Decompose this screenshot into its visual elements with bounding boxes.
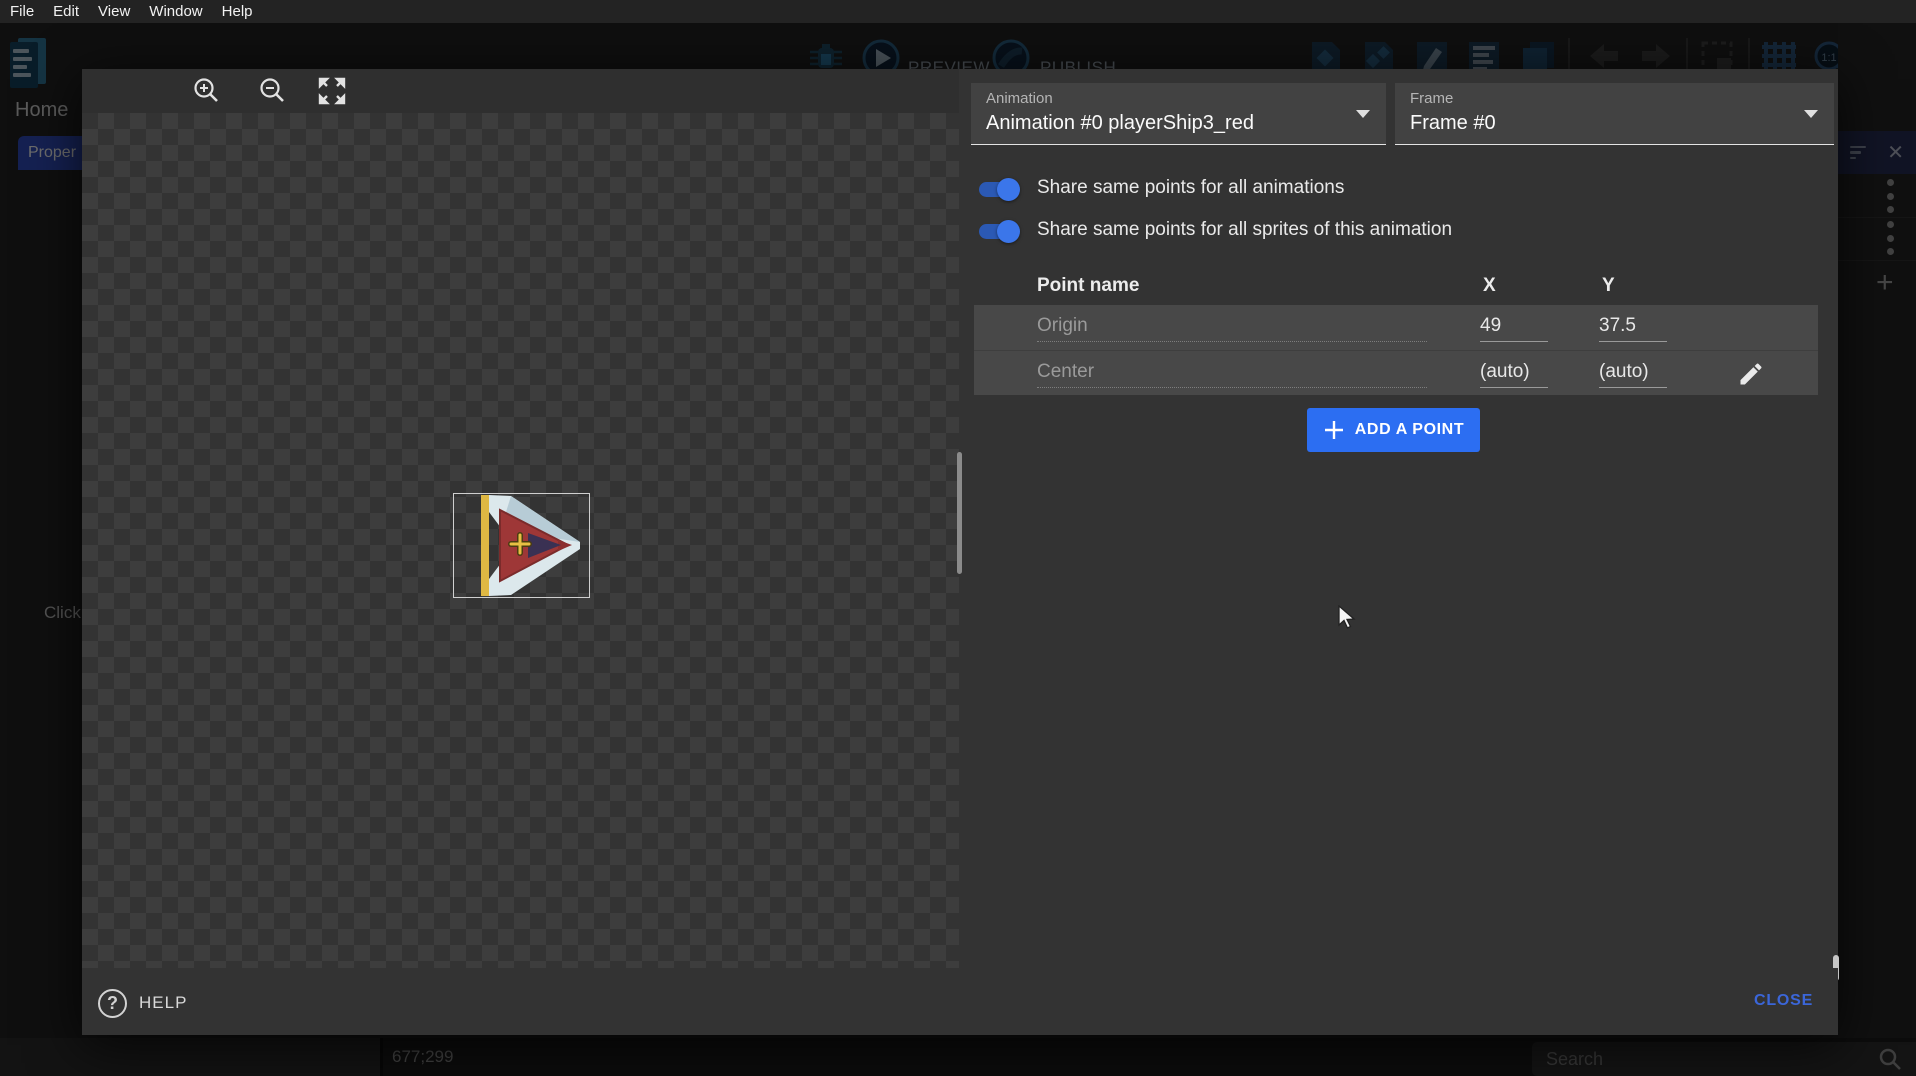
chevron-down-icon [1804, 110, 1818, 118]
menu-help[interactable]: Help [222, 0, 253, 23]
animation-select[interactable]: Animation Animation #0 playerShip3_red [971, 83, 1386, 145]
animation-select-label: Animation [986, 90, 1053, 107]
point-x-field[interactable]: (auto) [1480, 361, 1548, 388]
points-canvas[interactable] [82, 113, 959, 968]
mouse-cursor [1337, 605, 1359, 631]
add-a-point-label: ADD A POINT [1355, 421, 1464, 439]
chevron-down-icon [1356, 110, 1370, 118]
menu-bar: File Edit View Window Help [0, 0, 1916, 23]
canvas-scrollbar-thumb[interactable] [957, 452, 962, 574]
zoom-in-icon[interactable] [191, 76, 221, 106]
help-button[interactable]: ? HELP [98, 986, 187, 1020]
column-header-y: Y [1602, 275, 1615, 297]
column-header-point-name: Point name [1037, 275, 1139, 297]
zoom-out-icon[interactable] [257, 76, 287, 106]
app-window: File Edit View Window Help PREVIEW PUBLI… [0, 0, 1916, 1076]
fit-view-icon[interactable] [317, 76, 347, 106]
share-points-all-animations-toggle[interactable] [978, 176, 1020, 202]
table-row-origin: Origin 49 37.5 [974, 305, 1818, 350]
canvas-toolbar [82, 69, 959, 113]
share-points-all-sprites-label: Share same points for all sprites of thi… [1037, 219, 1452, 241]
point-name-field[interactable]: Origin [1037, 315, 1427, 342]
sprite-frame[interactable] [453, 493, 590, 598]
help-icon: ? [98, 989, 127, 1018]
edit-pencil-icon[interactable] [1737, 360, 1765, 388]
close-button[interactable]: CLOSE [1754, 992, 1813, 1010]
share-points-all-animations-label: Share same points for all animations [1037, 177, 1344, 199]
frame-select-label: Frame [1410, 90, 1453, 107]
point-y-field[interactable]: 37.5 [1599, 315, 1667, 342]
frame-select-value: Frame #0 [1410, 112, 1496, 135]
table-row-center: Center (auto) (auto) [974, 350, 1818, 395]
dialog-footer: ? HELP CLOSE [82, 968, 1838, 1035]
menu-edit[interactable]: Edit [53, 0, 79, 23]
column-header-x: X [1483, 275, 1496, 297]
frame-select[interactable]: Frame Frame #0 [1395, 83, 1834, 145]
origin-point-crosshair[interactable] [508, 532, 532, 556]
help-label: HELP [139, 993, 187, 1013]
add-a-point-button[interactable]: ADD A POINT [1307, 408, 1480, 452]
plus-icon [1323, 419, 1345, 441]
menu-file[interactable]: File [10, 0, 34, 23]
share-points-all-sprites-toggle[interactable] [978, 218, 1020, 244]
menu-window[interactable]: Window [149, 0, 202, 23]
edit-points-dialog: Animation Animation #0 playerShip3_red F… [82, 69, 1838, 1035]
point-name-field[interactable]: Center [1037, 361, 1427, 388]
animation-select-value: Animation #0 playerShip3_red [986, 112, 1254, 135]
point-x-field[interactable]: 49 [1480, 315, 1548, 342]
point-y-field[interactable]: (auto) [1599, 361, 1667, 388]
menu-view[interactable]: View [98, 0, 130, 23]
